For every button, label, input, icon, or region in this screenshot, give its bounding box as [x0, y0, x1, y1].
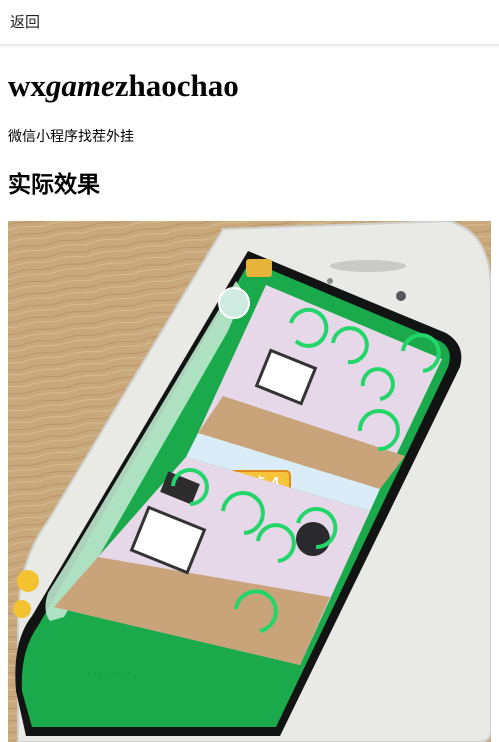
phone-speaker: [330, 260, 406, 272]
phone-sensor: [327, 278, 333, 284]
top-nav-bar: 返回: [0, 0, 499, 45]
demo-photo: 关卡 4 · · · · · · · ·: [8, 221, 491, 742]
title-prefix: wx: [8, 68, 46, 103]
game-coin-1: [17, 570, 39, 592]
game-badge: [246, 259, 272, 277]
lower-dark-object: [296, 522, 330, 556]
title-suffix: zhaochao: [114, 68, 239, 103]
page-subtitle: 微信小程序找茬外挂: [8, 129, 134, 145]
game-avatar: [218, 287, 250, 319]
page-title: wxgamezhaochao: [8, 66, 239, 106]
phone-camera: [396, 291, 406, 301]
section-heading: 实际效果: [8, 171, 100, 198]
back-link[interactable]: 返回: [10, 11, 40, 32]
game-coin-2: [13, 600, 31, 618]
title-emphasis: game: [45, 68, 115, 103]
bottom-status-dots: · · · · · · · ·: [88, 669, 131, 679]
